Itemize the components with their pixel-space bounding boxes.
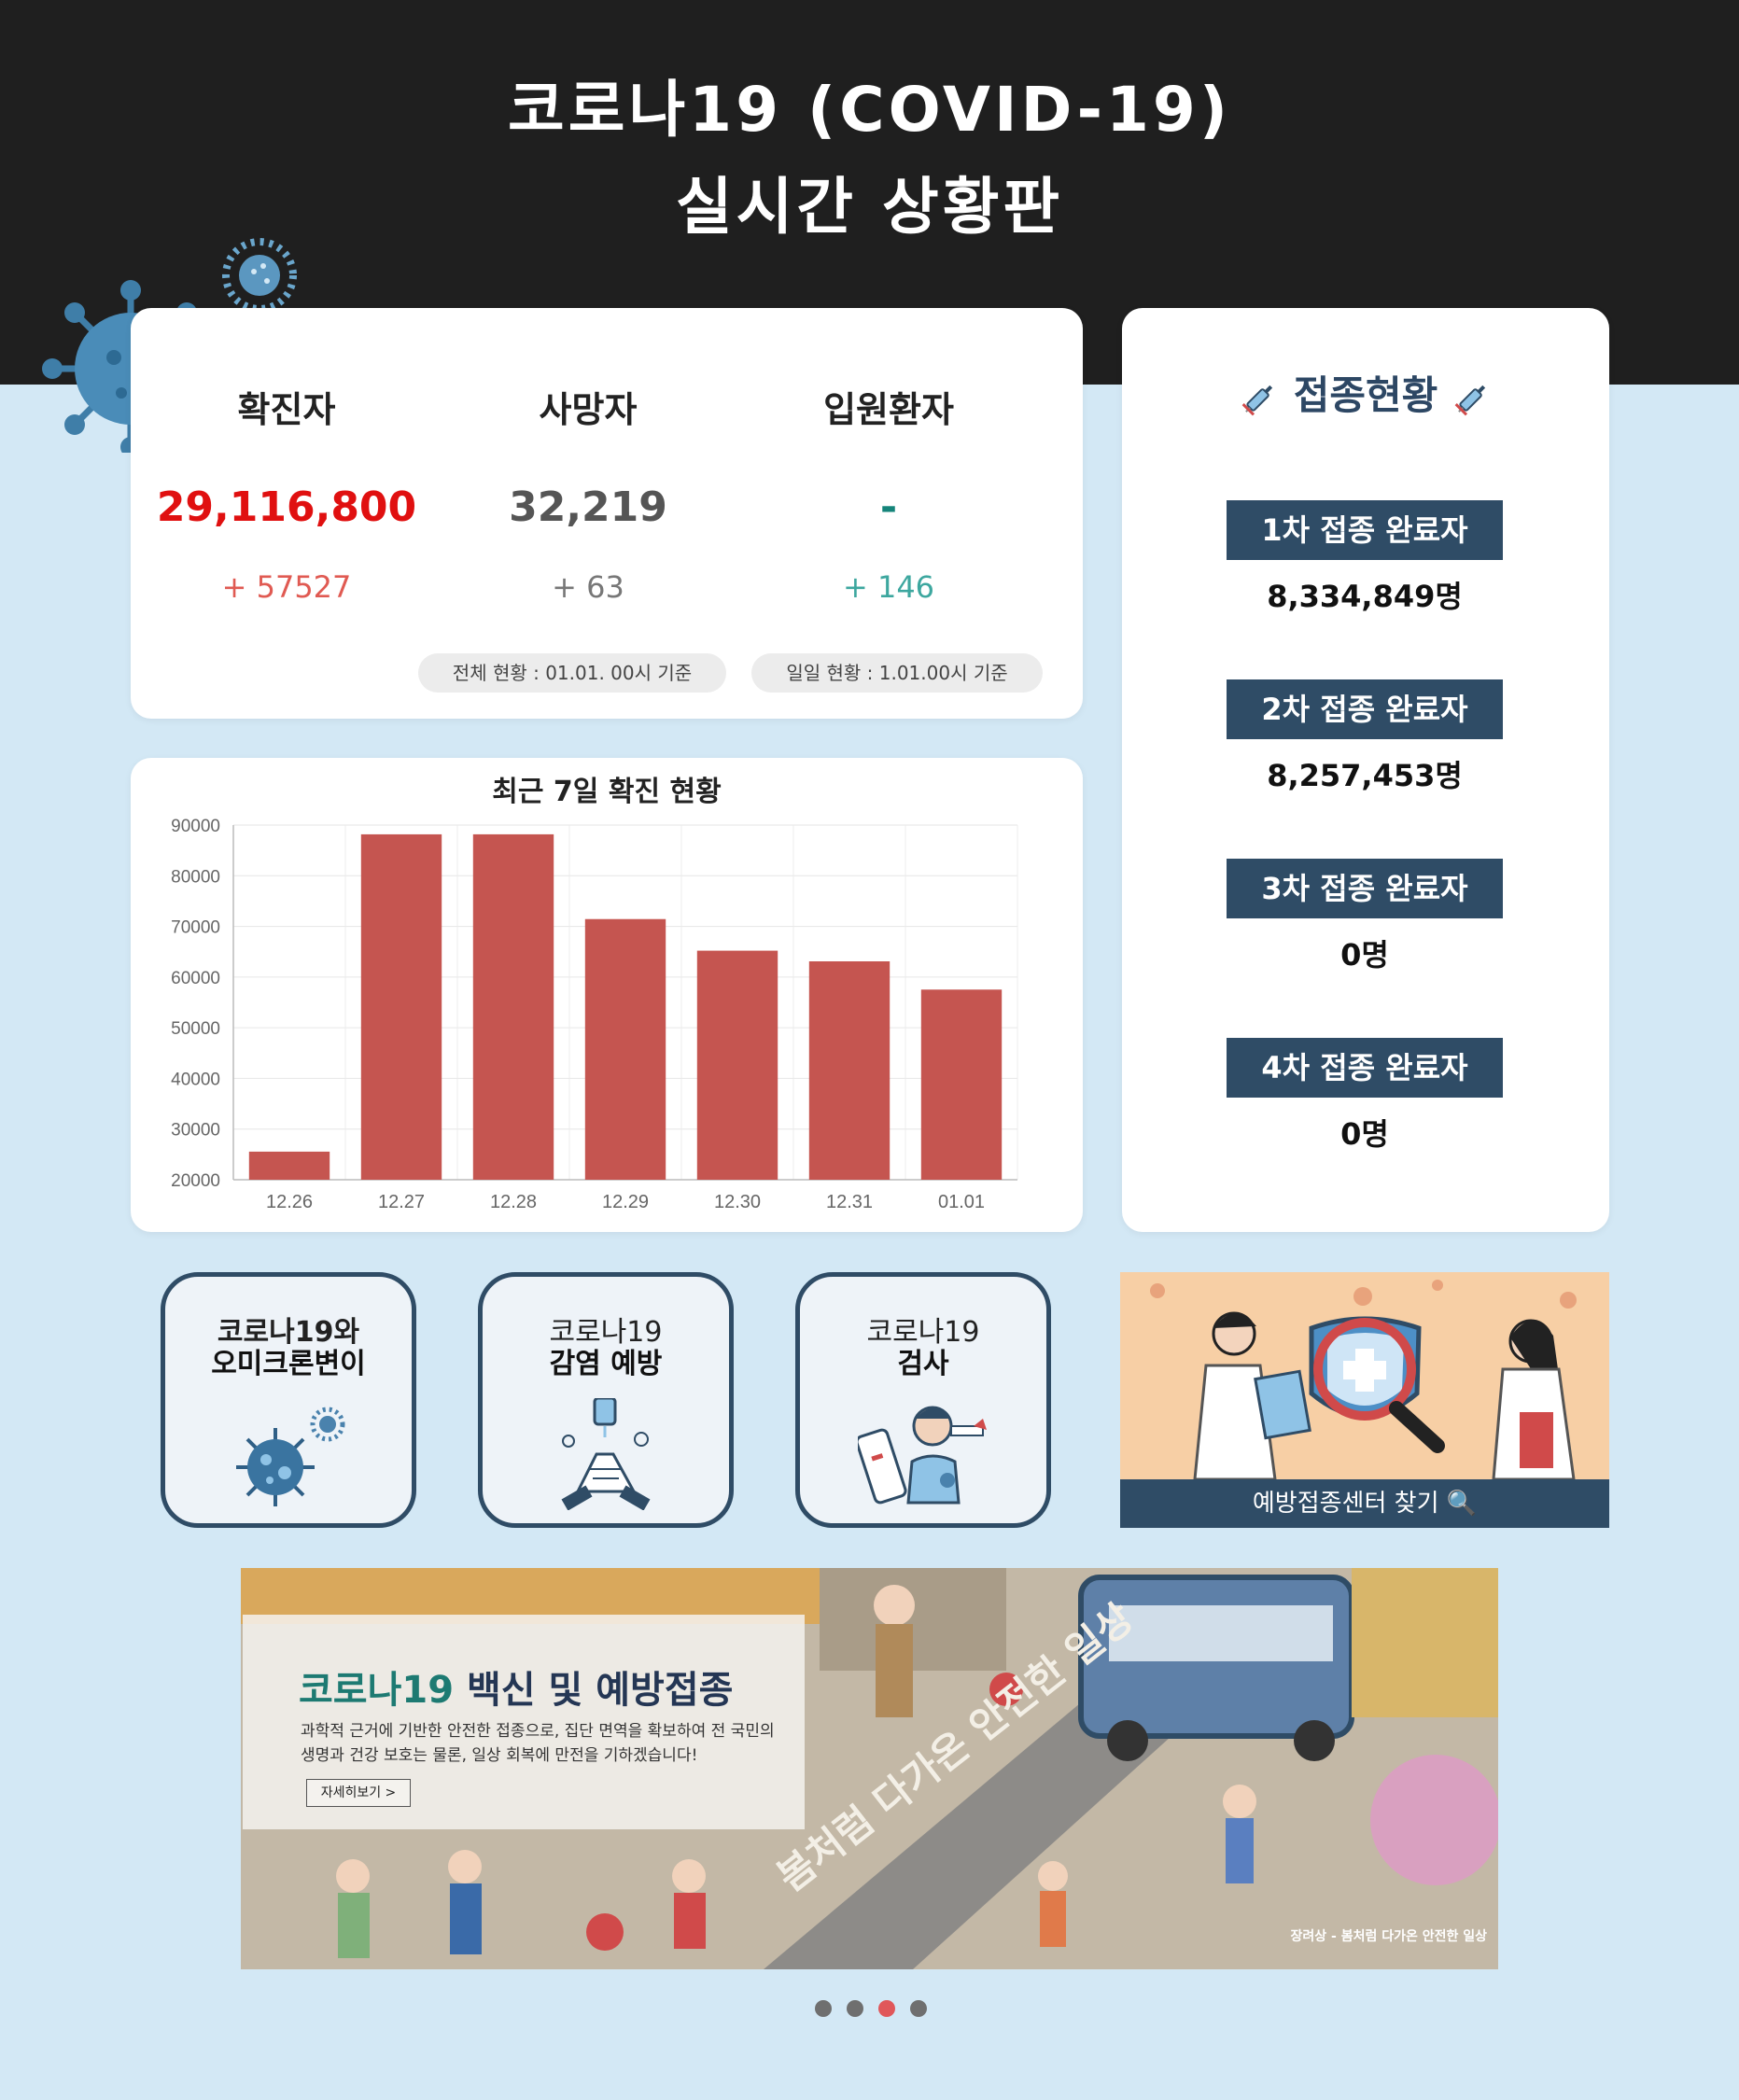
vaccination-title-text: 접종현황 — [1293, 372, 1438, 418]
deaths-label: 사망자 — [539, 389, 638, 430]
hospitalized-value: - — [879, 483, 898, 531]
syringe-icon — [1454, 385, 1486, 415]
chart-bar — [696, 950, 778, 1180]
dose-4-count: 0명 — [1340, 1116, 1389, 1152]
promo-text-box: 코로나19 백신 및 예방접종 과학적 근거에 기반한 안전한 접종으로, 집단… — [243, 1615, 805, 1829]
dose-1-label: 1차 접종 완료자 — [1227, 500, 1503, 560]
test-button-line2: 검사 — [897, 1348, 949, 1380]
y-tick-label: 60000 — [171, 969, 220, 988]
vaccination-center-banner[interactable]: 예방접종센터 찾기 🔍 — [1120, 1272, 1609, 1528]
vaccination-title: 접종현황 — [1122, 364, 1609, 421]
dose-2-count: 8,257,453명 — [1267, 758, 1463, 793]
x-tick-label: 12.31 — [826, 1192, 873, 1212]
x-tick-label: 12.30 — [714, 1192, 761, 1212]
chart-bar — [248, 1151, 330, 1180]
covid-test-button[interactable]: 코로나19 검사 — [795, 1272, 1051, 1528]
promo-title-dark: 백신 및 예방접종 — [454, 1669, 734, 1712]
test-button-line1: 코로나19 — [866, 1316, 980, 1349]
deaths-value: 32,219 — [509, 483, 667, 531]
vaccination-dose-3: 3차 접종 완료자 0명 — [1227, 859, 1503, 974]
x-tick-label: 12.29 — [602, 1192, 649, 1212]
promo-caption: 장려상 - 봄처럼 다가온 안전한 일상 — [1290, 1929, 1488, 1944]
omicron-button-line2: 오미크론변이 — [211, 1348, 366, 1380]
x-tick-label: 01.01 — [938, 1192, 985, 1212]
dose-2-label: 2차 접종 완료자 — [1227, 679, 1503, 739]
y-tick-label: 30000 — [171, 1121, 220, 1141]
page-title: 코로나19 (COVID-19) 실시간 상황판 — [0, 62, 1739, 256]
doctors-illustration — [1150, 1280, 1577, 1479]
vaccination-dose-1: 1차 접종 완료자 8,334,849명 — [1227, 500, 1503, 616]
vaccination-card: 접종현황 1차 접종 완료자 8,334,849명 2차 접종 완료자 8,25… — [1122, 308, 1609, 1232]
prevention-button-line2: 감염 예방 — [549, 1348, 663, 1380]
carousel-indicators — [815, 2000, 927, 2017]
chart-bar — [472, 833, 554, 1180]
chart-bar — [584, 918, 666, 1180]
chart-bar — [808, 961, 891, 1180]
promo-more-button[interactable]: 자세히보기 > — [306, 1779, 411, 1807]
y-tick-label: 70000 — [171, 918, 220, 938]
weekly-chart-card: 최근 7일 확진 현황 90000 80000 70000 60000 50000 4000… — [131, 758, 1083, 1232]
stats-card: 확진자 29,116,800 + 57527 사망자 32,219 + 63 입… — [131, 308, 1083, 719]
virus-icon — [236, 1407, 345, 1506]
daily-basis-badge: 일일 현황 : 1.01.00시 기준 — [751, 653, 1043, 693]
vaccination-dose-4: 4차 접종 완료자 0명 — [1227, 1038, 1503, 1154]
confirmed-label: 확진자 — [237, 389, 336, 430]
y-tick-label: 80000 — [171, 867, 220, 887]
promo-title-green: 코로나19 — [299, 1669, 455, 1712]
chart-title: 최근 7일 확진 현황 — [492, 776, 721, 808]
dose-1-count: 8,334,849명 — [1267, 579, 1463, 614]
chart-bar — [920, 989, 1003, 1180]
carousel-dot-2[interactable] — [847, 2000, 863, 2017]
deaths-delta: + 63 — [552, 569, 624, 605]
y-tick-label: 20000 — [171, 1171, 220, 1191]
promo-title: 코로나19 백신 및 예방접종 — [299, 1659, 733, 1714]
chart-bar — [360, 833, 442, 1180]
hospitalized-delta: + 146 — [842, 569, 935, 605]
x-tick-label: 12.26 — [266, 1192, 313, 1212]
test-icon — [858, 1406, 987, 1505]
dose-4-label: 4차 접종 완료자 — [1227, 1038, 1503, 1098]
omicron-info-button[interactable]: 코로나19와 오미크론변이 — [161, 1272, 416, 1528]
y-tick-label: 40000 — [171, 1070, 220, 1089]
carousel-dot-4[interactable] — [910, 2000, 927, 2017]
dose-3-label: 3차 접종 완료자 — [1227, 859, 1503, 918]
vaccination-dose-2: 2차 접종 완료자 8,257,453명 — [1227, 679, 1503, 795]
find-center-link[interactable]: 예방접종센터 찾기 🔍 — [1120, 1479, 1609, 1528]
vaccine-promo-banner[interactable]: 코로나19 백신 및 예방접종 과학적 근거에 기반한 안전한 접종으로, 집단… — [241, 1568, 1498, 1969]
carousel-dot-3[interactable] — [878, 2000, 895, 2017]
syringe-icon — [1241, 385, 1273, 415]
x-tick-label: 12.28 — [490, 1192, 537, 1212]
confirmed-delta: + 57527 — [221, 569, 352, 605]
x-tick-label: 12.27 — [378, 1192, 425, 1212]
confirmed-value: 29,116,800 — [156, 483, 417, 531]
y-tick-label: 50000 — [171, 1019, 220, 1039]
prevention-button-line1: 코로나19 — [549, 1316, 663, 1349]
omicron-button-line1: 코로나19와 — [217, 1316, 360, 1349]
y-tick-label: 90000 — [171, 817, 220, 836]
infection-prevention-button[interactable]: 코로나19 감염 예방 — [478, 1272, 734, 1528]
total-basis-badge: 전체 현황 : 01.01. 00시 기준 — [418, 653, 726, 693]
promo-description: 과학적 근거에 기반한 안전한 접종으로, 집단 면역을 확보하여 전 국민의 … — [301, 1722, 775, 1765]
carousel-dot-1[interactable] — [815, 2000, 832, 2017]
weekly-bar-chart: 최근 7일 확진 현황 90000 80000 70000 60000 50000 4000… — [171, 776, 1018, 1212]
page-title-line1: 코로나19 (COVID-19) — [508, 74, 1231, 146]
hospitalized-label: 입원환자 — [823, 389, 954, 430]
handwash-icon — [561, 1398, 651, 1510]
dose-3-count: 0명 — [1340, 937, 1389, 973]
